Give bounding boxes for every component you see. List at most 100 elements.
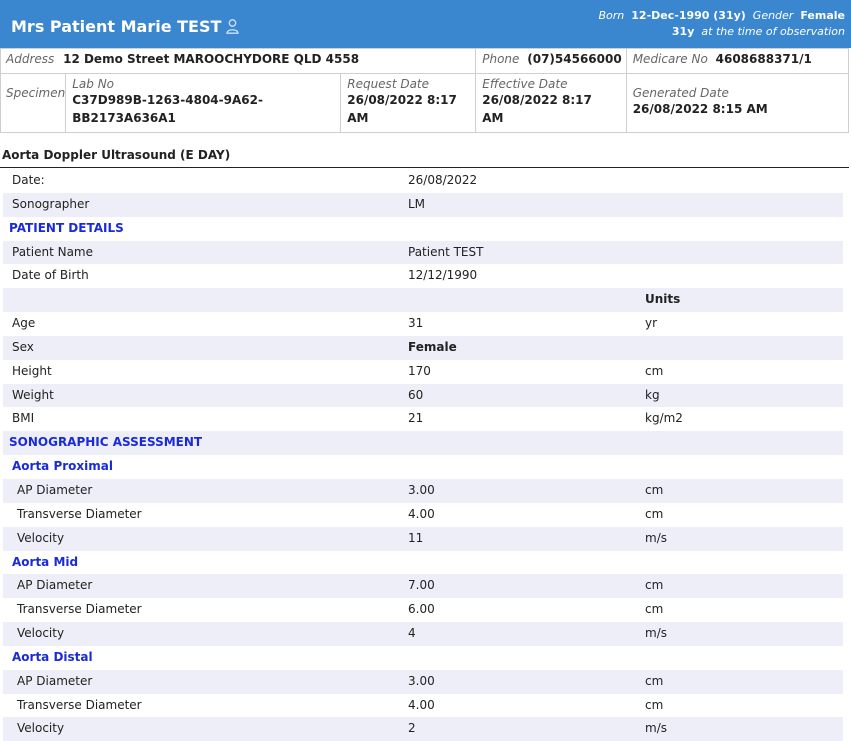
request-date-line1: 26/08/2022 8:17 bbox=[347, 93, 457, 107]
row-label: Height bbox=[12, 363, 52, 378]
lab-no-line2: BB2173A636A1 bbox=[72, 111, 176, 125]
subsection-heading-row: Aorta Distal bbox=[3, 646, 843, 670]
row-label: Transverse Diameter bbox=[17, 697, 142, 712]
patient-summary: Born 12-Dec-1990 (31y) Gender Female 31y… bbox=[598, 8, 845, 40]
row-label: AP Diameter bbox=[17, 482, 93, 497]
lab-no-cell: Lab No C37D989B-1263-4804-9A62- BB2173A6… bbox=[65, 73, 342, 133]
row-label: AP Diameter bbox=[17, 578, 93, 593]
row-unit: kg/m2 bbox=[645, 411, 683, 426]
age-note: at the time of observation bbox=[701, 25, 845, 38]
table-row: Sex Female bbox=[3, 335, 843, 360]
lab-no-line1: C37D989B-1263-4804-9A62- bbox=[72, 93, 263, 107]
row-value: 6.00 bbox=[408, 602, 435, 617]
medicare-value: 4608688371/1 bbox=[715, 52, 812, 66]
subsection-heading-row: Aorta Mid bbox=[3, 551, 843, 575]
table-row: Velocity 2 m/s bbox=[3, 717, 843, 741]
row-label: Date of Birth bbox=[12, 268, 89, 283]
row-value: 7.00 bbox=[408, 578, 435, 593]
subsection-heading-row: Aorta Proximal bbox=[3, 455, 843, 479]
medicare-label: Medicare No bbox=[632, 52, 708, 66]
row-unit: kg bbox=[645, 387, 660, 402]
subsection-heading: Aorta Distal bbox=[12, 649, 93, 664]
patient-name-header[interactable]: Mrs Patient Marie TEST bbox=[11, 17, 240, 38]
row-label: Sex bbox=[12, 339, 34, 354]
table-row: AP Diameter 3.00 cm bbox=[3, 478, 843, 503]
units-header: Units bbox=[645, 292, 681, 307]
row-value: 26/08/2022 bbox=[408, 173, 478, 187]
row-label: AP Diameter bbox=[17, 673, 93, 688]
row-unit: cm bbox=[645, 578, 664, 593]
effective-date-label: Effective Date bbox=[482, 77, 568, 91]
address-value: 12 Demo Street MAROOCHYDORE QLD 4558 bbox=[63, 52, 360, 66]
table-row: Velocity 11 m/s bbox=[3, 526, 843, 551]
row-unit: cm bbox=[645, 673, 664, 688]
row-value: 60 bbox=[408, 387, 424, 402]
row-unit: m/s bbox=[645, 626, 667, 641]
row-value: 170 bbox=[408, 363, 431, 378]
row-value: 2 bbox=[408, 721, 416, 736]
report-title-divider bbox=[0, 167, 849, 168]
effective-date-cell: Effective Date 26/08/2022 8:17 AM bbox=[475, 73, 627, 133]
row-value: 3.00 bbox=[408, 673, 435, 688]
row-label: Date: bbox=[12, 173, 45, 187]
section-heading-row: SONOGRAPHIC ASSESSMENT bbox=[3, 431, 843, 456]
table-row: AP Diameter 3.00 cm bbox=[3, 669, 843, 694]
gender-label: Gender bbox=[752, 9, 794, 22]
demographics-table: Address 12 Demo Street MAROOCHYDORE QLD … bbox=[0, 48, 850, 133]
report-title: Aorta Doppler Ultrasound (E DAY) bbox=[2, 148, 231, 162]
table-row: Transverse Diameter 4.00 cm bbox=[3, 503, 843, 527]
generated-date-value: 26/08/2022 8:15 AM bbox=[632, 102, 768, 116]
report-table: Date: 26/08/2022 Sonographer LM PATIENT DETA… bbox=[3, 169, 843, 741]
section-heading: SONOGRAPHIC ASSESSMENT bbox=[9, 435, 203, 450]
row-value: Female bbox=[408, 339, 457, 354]
subsection-heading: Aorta Mid bbox=[12, 554, 79, 569]
row-label: BMI bbox=[12, 411, 35, 426]
row-value: LM bbox=[408, 196, 426, 211]
phone-value: (07)54566000 bbox=[527, 52, 622, 66]
row-value: 3.00 bbox=[408, 482, 435, 497]
generated-date-cell: Generated Date 26/08/2022 8:15 AM bbox=[625, 73, 850, 133]
row-value: 31 bbox=[408, 316, 424, 331]
effective-date-line2: AM bbox=[482, 111, 504, 125]
row-label: Transverse Diameter bbox=[17, 506, 142, 521]
row-value: 12/12/1990 bbox=[408, 268, 478, 283]
address-label: Address bbox=[6, 52, 55, 66]
born-label: Born bbox=[598, 9, 625, 22]
table-row: AP Diameter 7.00 cm bbox=[3, 574, 843, 599]
row-unit: m/s bbox=[645, 530, 667, 545]
specimen-cell: Specimen bbox=[0, 73, 67, 133]
row-value: 4.00 bbox=[408, 697, 435, 712]
row-value: 11 bbox=[408, 530, 424, 545]
row-unit: yr bbox=[645, 316, 658, 331]
phone-cell: Phone (07)54566000 bbox=[475, 48, 627, 74]
subsection-heading: Aorta Proximal bbox=[12, 459, 113, 474]
request-date-line2: AM bbox=[347, 111, 369, 125]
table-row: Height 170 cm bbox=[3, 360, 843, 384]
table-row: Sonographer LM bbox=[3, 192, 843, 217]
address-cell: Address 12 Demo Street MAROOCHYDORE QLD … bbox=[0, 48, 477, 74]
row-unit: cm bbox=[645, 482, 664, 497]
row-label: Patient Name bbox=[12, 244, 93, 259]
row-label: Sonographer bbox=[12, 196, 90, 211]
section-heading-row: PATIENT DETAILS bbox=[3, 217, 843, 241]
table-row: Date of Birth 12/12/1990 bbox=[3, 264, 843, 288]
phone-label: Phone bbox=[482, 52, 520, 66]
table-row: BMI 21 kg/m2 bbox=[3, 407, 843, 431]
specimen-label: Specimen bbox=[6, 86, 66, 100]
age-value: 31y bbox=[671, 25, 695, 38]
effective-date-line1: 26/08/2022 8:17 bbox=[482, 93, 592, 107]
row-value: Patient TEST bbox=[408, 244, 484, 259]
row-unit: m/s bbox=[645, 721, 667, 736]
row-label: Velocity bbox=[17, 530, 65, 545]
medicare-cell: Medicare No 4608688371/1 bbox=[625, 48, 850, 74]
row-unit: cm bbox=[645, 602, 664, 617]
person-icon bbox=[226, 19, 240, 38]
row-unit: cm bbox=[645, 697, 664, 712]
row-value: 4 bbox=[408, 626, 416, 641]
request-date-cell: Request Date 26/08/2022 8:17 AM bbox=[340, 73, 477, 133]
row-label: Weight bbox=[12, 387, 54, 402]
table-row: Transverse Diameter 6.00 cm bbox=[3, 598, 843, 622]
row-label: Velocity bbox=[17, 721, 65, 736]
generated-date-label: Generated Date bbox=[632, 86, 729, 100]
gender-value: Female bbox=[800, 9, 845, 22]
